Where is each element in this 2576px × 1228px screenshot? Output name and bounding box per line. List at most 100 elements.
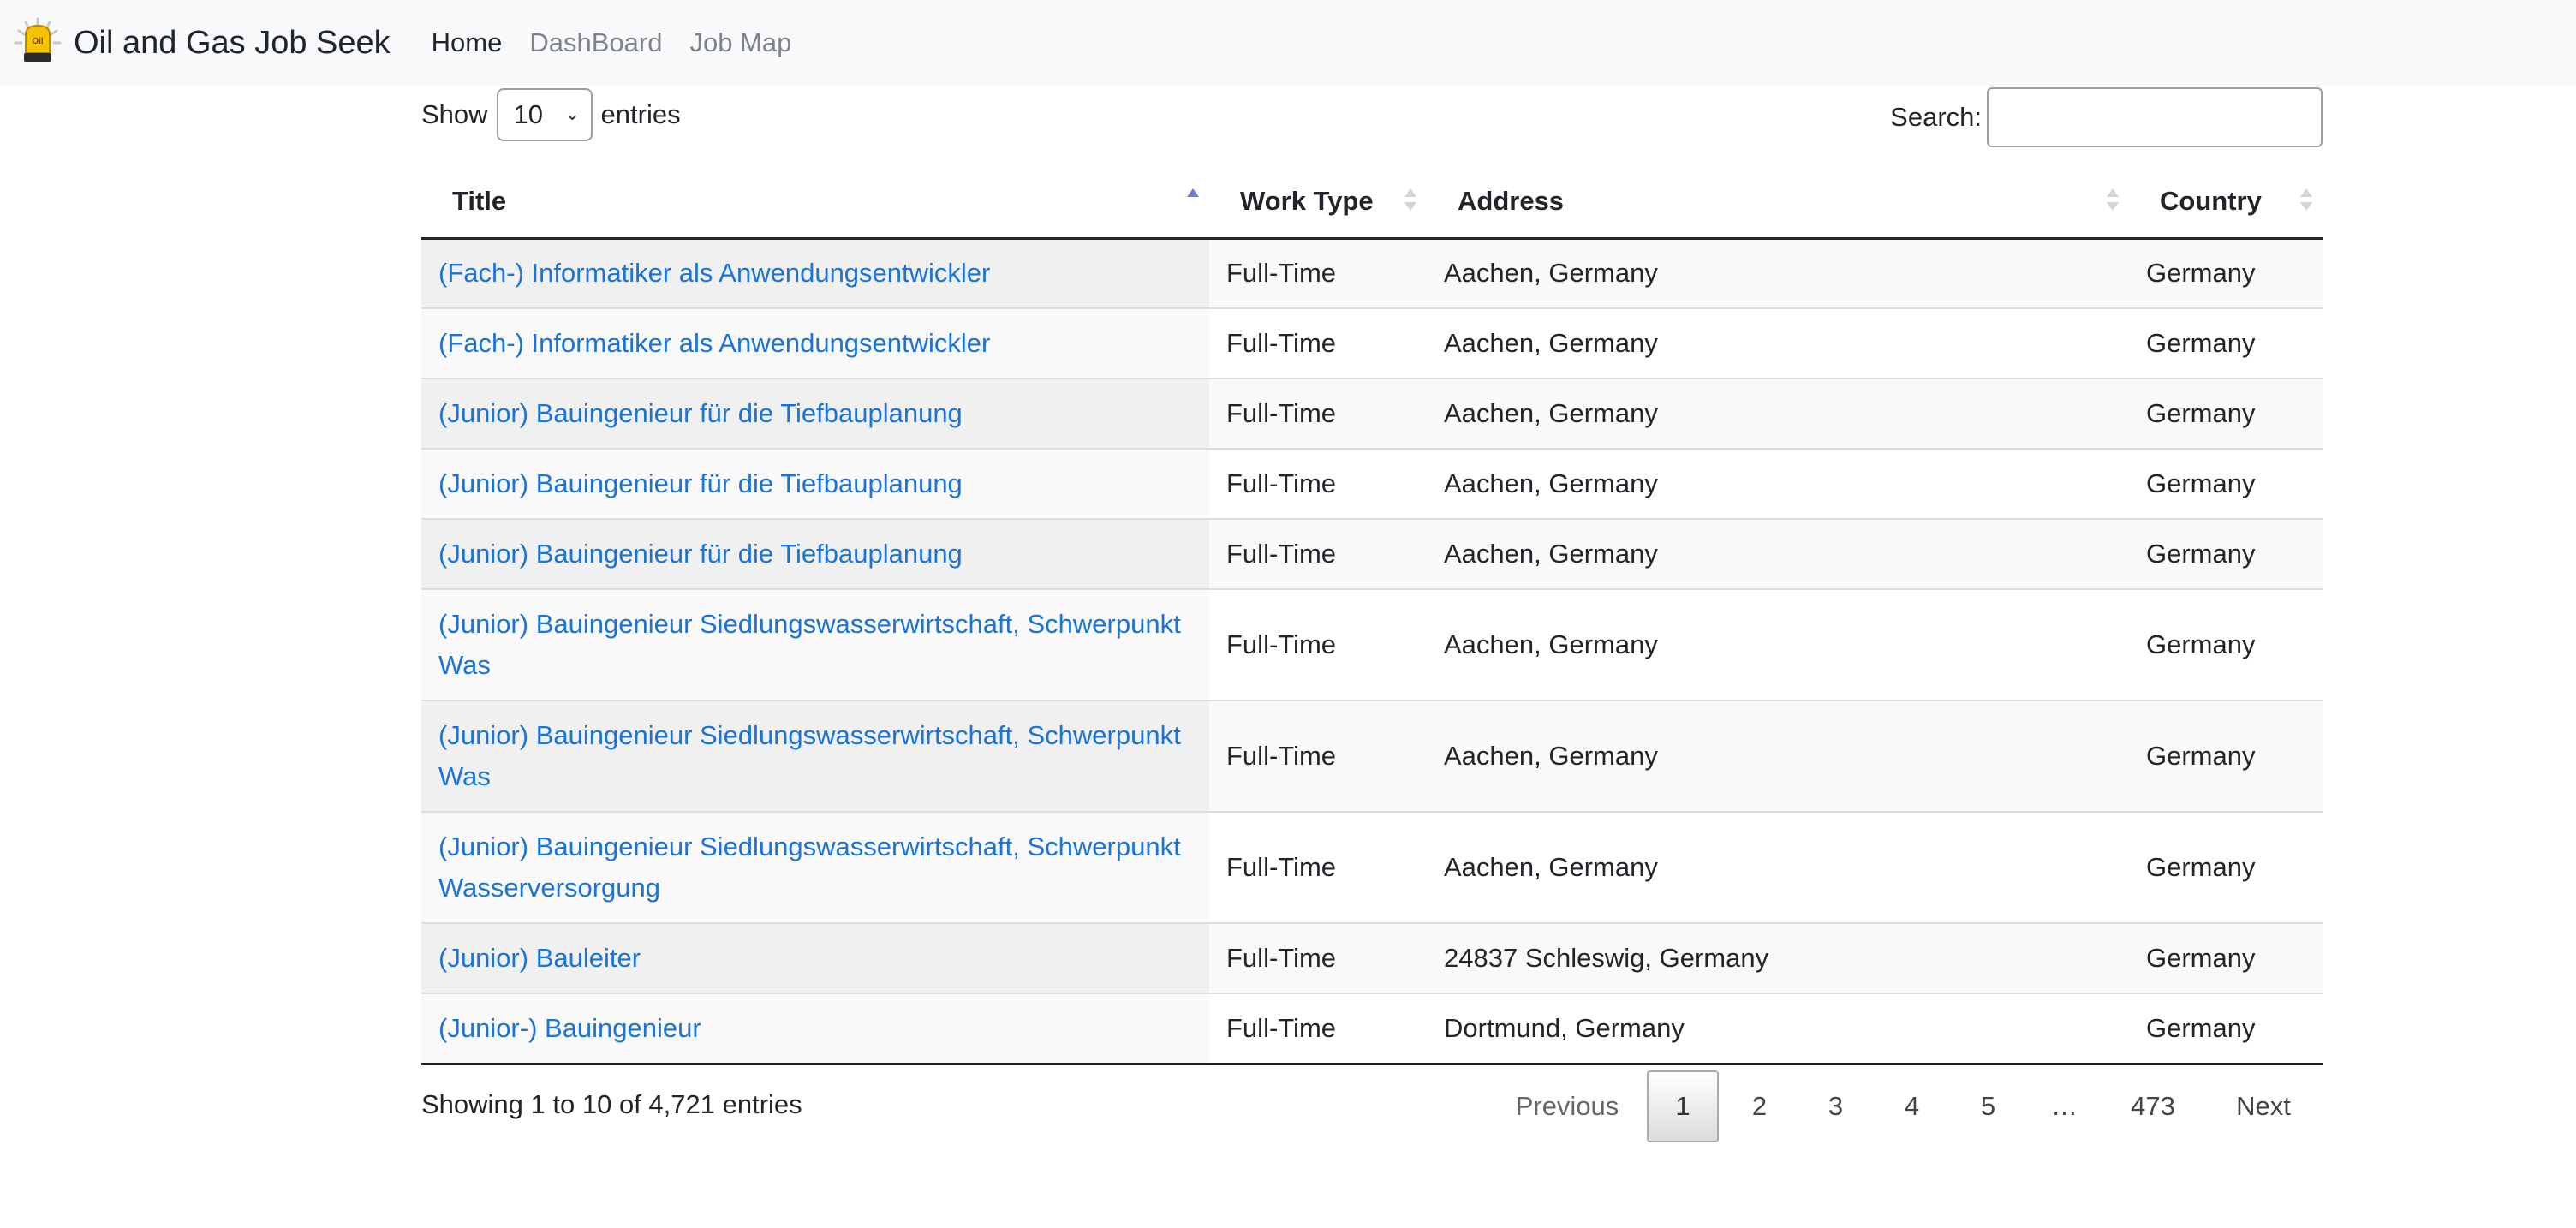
column-header-label: Country <box>2160 186 2262 217</box>
nav-job-map-link[interactable]: Job Map <box>689 27 791 58</box>
job-title-link[interactable]: (Junior) Bauingenieur für die Tiefbaupla… <box>438 398 963 428</box>
country-cell: Germany <box>2129 448 2323 519</box>
column-header-country[interactable]: Country <box>2129 166 2323 240</box>
page-button-4[interactable]: 4 <box>1874 1070 1950 1142</box>
job-title-link[interactable]: (Fach-) Informatiker als Anwendungsentwi… <box>438 258 990 288</box>
work-type-cell: Full-Time <box>1209 238 1427 308</box>
table-info: Showing 1 to 10 of 4,721 entries <box>421 1089 802 1119</box>
table-row: (Fach-) Informatiker als Anwendungsentwi… <box>421 238 2323 308</box>
page-button-last[interactable]: 473 <box>2102 1070 2203 1142</box>
work-type-cell: Full-Time <box>1209 700 1427 812</box>
title-cell: (Junior) Bauingenieur für die Tiefbaupla… <box>421 448 1209 519</box>
table-row: (Junior) Bauingenieur für die Tiefbaupla… <box>421 518 2323 589</box>
country-cell: Germany <box>2129 378 2323 449</box>
sort-both-icon <box>1404 187 1416 216</box>
address-cell: Aachen, Germany <box>1427 307 2129 379</box>
address-cell: 24837 Schleswig, Germany <box>1427 922 2129 993</box>
table-row: (Junior-) Bauingenieur Full-Time Dortmun… <box>421 993 2323 1065</box>
address-cell: Aachen, Germany <box>1427 811 2129 923</box>
nav-dashboard-link[interactable]: DashBoard <box>529 27 662 58</box>
column-header-address[interactable]: Address <box>1427 166 2129 240</box>
work-type-cell: Full-Time <box>1209 993 1427 1065</box>
country-cell: Germany <box>2129 238 2323 308</box>
job-title-link[interactable]: (Junior) Bauleiter <box>438 943 641 973</box>
work-type-cell: Full-Time <box>1209 811 1427 923</box>
column-header-label: Title <box>452 186 507 217</box>
table-row: (Fach-) Informatiker als Anwendungsentwi… <box>421 307 2323 379</box>
column-header-label: Address <box>1458 186 1565 217</box>
job-title-link[interactable]: (Junior) Bauingenieur Siedlungswasserwir… <box>438 609 1181 680</box>
pagination: Previous 1 2 3 4 5 … 473 Next <box>1490 1070 2323 1142</box>
country-cell: Germany <box>2129 922 2323 993</box>
column-header-title[interactable]: Title <box>421 166 1209 240</box>
previous-page-button[interactable]: Previous <box>1490 1070 1644 1142</box>
work-type-cell: Full-Time <box>1209 518 1427 589</box>
search-control: Search: <box>1890 87 2323 147</box>
title-cell: (Junior) Bauingenieur Siedlungswasserwir… <box>421 811 1209 923</box>
page-button-2[interactable]: 2 <box>1721 1070 1798 1142</box>
job-title-link[interactable]: (Junior-) Bauingenieur <box>438 1013 701 1043</box>
table-row: (Junior) Bauleiter Full-Time 24837 Schle… <box>421 922 2323 993</box>
address-cell: Aachen, Germany <box>1427 378 2129 449</box>
work-type-cell: Full-Time <box>1209 588 1427 700</box>
address-cell: Aachen, Germany <box>1427 448 2129 519</box>
page-button-3[interactable]: 3 <box>1798 1070 1874 1142</box>
job-title-link[interactable]: (Fach-) Informatiker als Anwendungsentwi… <box>438 328 990 358</box>
sort-both-icon <box>2107 187 2119 216</box>
country-cell: Germany <box>2129 518 2323 589</box>
country-cell: Germany <box>2129 993 2323 1065</box>
country-cell: Germany <box>2129 588 2323 700</box>
country-cell: Germany <box>2129 811 2323 923</box>
job-title-link[interactable]: (Junior) Bauingenieur Siedlungswasserwir… <box>438 832 1181 903</box>
show-label: Show <box>421 99 488 129</box>
entries-label: entries <box>600 99 681 129</box>
search-input[interactable] <box>1987 87 2323 147</box>
title-cell: (Junior) Bauleiter <box>421 922 1209 993</box>
address-cell: Aachen, Germany <box>1427 518 2129 589</box>
work-type-cell: Full-Time <box>1209 307 1427 379</box>
pagination-ellipsis: … <box>2051 1091 2078 1121</box>
table-row: (Junior) Bauingenieur Siedlungswasserwir… <box>421 700 2323 812</box>
next-page-button[interactable]: Next <box>2203 1070 2323 1142</box>
nav-home-link[interactable]: Home <box>432 27 503 58</box>
title-cell: (Fach-) Informatiker als Anwendungsentwi… <box>421 238 1209 308</box>
brand-title: Oil and Gas Job Seek <box>74 24 391 61</box>
country-cell: Germany <box>2129 700 2323 812</box>
job-title-link[interactable]: (Junior) Bauingenieur Siedlungswasserwir… <box>438 720 1181 791</box>
column-header-work-type[interactable]: Work Type <box>1209 166 1427 240</box>
work-type-cell: Full-Time <box>1209 378 1427 449</box>
entries-per-page-value: 10 <box>513 99 544 129</box>
address-cell: Aachen, Germany <box>1427 588 2129 700</box>
table-header: Title Work Type Address Country <box>421 166 2323 240</box>
title-cell: (Junior) Bauingenieur für die Tiefbaupla… <box>421 518 1209 589</box>
svg-text:Oil: Oil <box>32 37 44 46</box>
brand[interactable]: Oil Oil and Gas Job Seek <box>12 17 391 69</box>
job-title-link[interactable]: (Junior) Bauingenieur für die Tiefbaupla… <box>438 468 963 498</box>
search-label: Search: <box>1890 102 1982 132</box>
entries-length-control: Show 10 ⌄ entries <box>421 87 681 142</box>
table-row: (Junior) Bauingenieur für die Tiefbaupla… <box>421 448 2323 519</box>
table-row: (Junior) Bauingenieur Siedlungswasserwir… <box>421 811 2323 923</box>
table-row: (Junior) Bauingenieur Siedlungswasserwir… <box>421 588 2323 700</box>
oil-lamp-logo-icon: Oil <box>14 17 62 62</box>
work-type-cell: Full-Time <box>1209 448 1427 519</box>
entries-per-page-select[interactable]: 10 ⌄ <box>496 88 593 141</box>
address-cell: Dortmund, Germany <box>1427 993 2129 1065</box>
page-button-5[interactable]: 5 <box>1950 1070 2026 1142</box>
address-cell: Aachen, Germany <box>1427 238 2129 308</box>
title-cell: (Junior) Bauingenieur für die Tiefbaupla… <box>421 378 1209 449</box>
nav-links: Home DashBoard Job Map <box>432 27 820 58</box>
work-type-cell: Full-Time <box>1209 922 1427 993</box>
table-row: (Junior) Bauingenieur für die Tiefbaupla… <box>421 378 2323 449</box>
page-button-1[interactable]: 1 <box>1647 1070 1719 1142</box>
job-title-link[interactable]: (Junior) Bauingenieur für die Tiefbaupla… <box>438 539 963 569</box>
country-cell: Germany <box>2129 307 2323 379</box>
sort-both-icon <box>2300 187 2312 216</box>
chevron-down-icon: ⌄ <box>564 103 581 124</box>
navbar: Oil Oil and Gas Job Seek Home DashBoard … <box>0 0 2576 86</box>
jobs-table: Title Work Type Address Country (Fach-) … <box>421 166 2323 1065</box>
title-cell: (Junior-) Bauingenieur <box>421 993 1209 1065</box>
title-cell: (Fach-) Informatiker als Anwendungsentwi… <box>421 307 1209 379</box>
title-cell: (Junior) Bauingenieur Siedlungswasserwir… <box>421 588 1209 700</box>
sort-ascending-icon <box>1187 187 1199 216</box>
